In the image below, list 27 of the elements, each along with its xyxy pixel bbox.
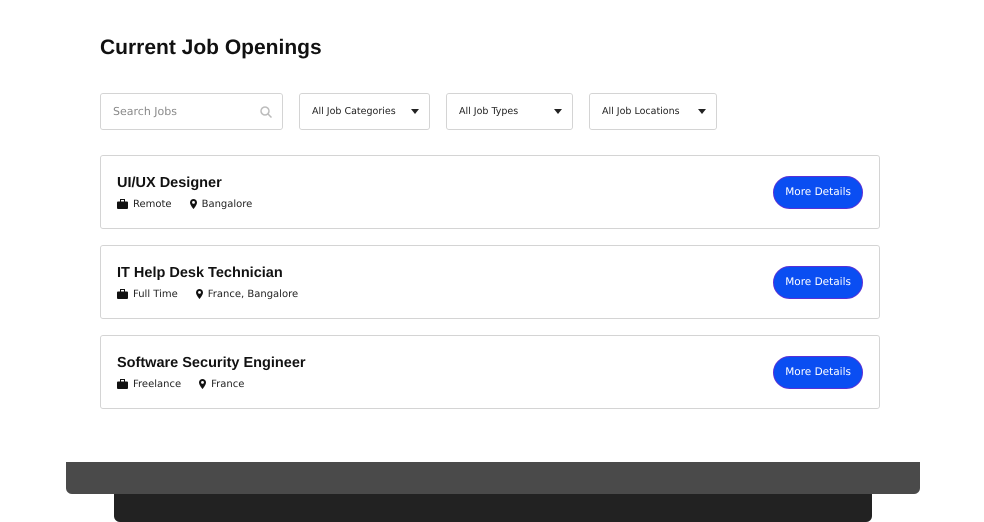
job-location: Bangalore [202, 198, 252, 210]
filter-dropdown[interactable]: All Job Categories [299, 93, 430, 130]
briefcase-icon [117, 199, 128, 209]
job-type: Full Time [133, 288, 178, 300]
job-title: Software Security Engineer [117, 354, 306, 370]
more-details-button[interactable]: More Details [773, 266, 863, 298]
job-title: UI/UX Designer [117, 174, 223, 190]
job-title: IT Help Desk Technician [117, 264, 284, 280]
job-type: Remote [133, 198, 172, 210]
filter-dropdown[interactable]: All Job Types [446, 93, 573, 130]
job-location: France [211, 378, 244, 390]
job-location: France, Bangalore [208, 288, 298, 300]
location-pin-icon [190, 199, 197, 209]
more-details-button[interactable]: More Details [773, 356, 863, 388]
briefcase-icon [117, 289, 128, 299]
search-field[interactable]: Search Jobs [100, 93, 283, 130]
caret-icon [554, 109, 562, 114]
location-pin-icon [196, 289, 203, 299]
location-pin-icon [199, 379, 206, 389]
search-icon [260, 106, 272, 118]
caret-icon [698, 109, 706, 114]
caret-icon [411, 109, 419, 114]
job-type: Freelance [133, 378, 182, 390]
filter-dropdown[interactable]: All Job Locations [589, 93, 717, 130]
page-title: Current Job Openings [100, 36, 323, 60]
briefcase-icon [117, 379, 128, 389]
more-details-button[interactable]: More Details [773, 176, 863, 208]
